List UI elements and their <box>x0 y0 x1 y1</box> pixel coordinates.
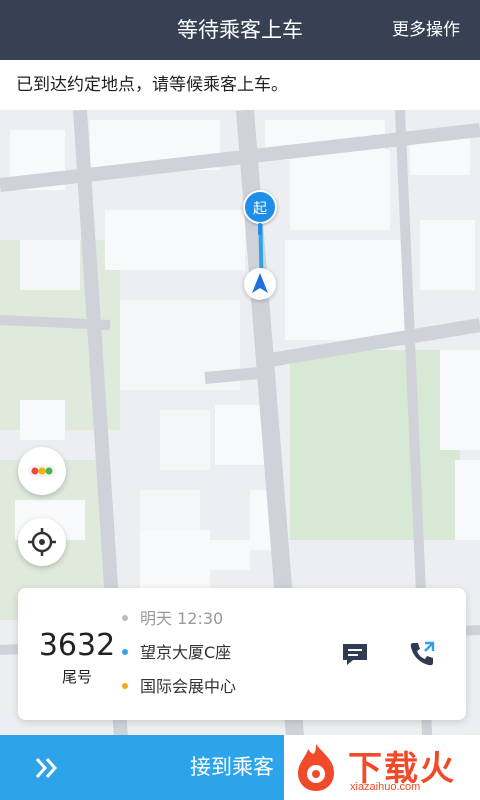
watermark: 下载火 xiazaihuo.com <box>284 735 480 800</box>
pickup-location: 望京大厦C座 <box>140 643 232 662</box>
watermark-domain: xiazaihuo.com <box>350 781 421 793</box>
pickup-dot <box>122 649 128 655</box>
flame-logo-icon <box>298 744 334 791</box>
message-icon <box>343 644 367 665</box>
locate-button[interactable] <box>18 518 66 566</box>
pickup-confirm-label: 接到乘客 <box>190 755 274 779</box>
call-button[interactable] <box>406 638 438 670</box>
destination-dot <box>122 683 128 689</box>
pickup-marker: 起 <box>243 190 277 224</box>
pickup-time-row: 明天 12:30 <box>122 607 223 631</box>
trip-info-card: 3632 尾号 明天 12:30 望京大厦C座 国际会展中心 <box>18 588 466 720</box>
destination-row: 国际会展中心 <box>122 675 236 699</box>
passenger-tail-number: 3632 <box>38 628 116 663</box>
message-button[interactable] <box>339 638 371 670</box>
navigation-arrow-icon <box>244 268 276 300</box>
more-actions-button[interactable]: 更多操作 <box>392 0 460 60</box>
tail-number-label: 尾号 <box>61 668 92 686</box>
pickup-location-row: 望京大厦C座 <box>122 641 231 665</box>
traffic-light-icon <box>28 465 56 477</box>
pickup-time: 明天 12:30 <box>140 609 224 628</box>
double-chevron-right-icon <box>35 758 58 778</box>
top-bar: 等待乘客上车 更多操作 <box>0 0 480 60</box>
destination-location: 国际会展中心 <box>140 677 237 696</box>
phone-icon <box>410 641 435 666</box>
time-dot <box>122 615 128 621</box>
pickup-marker-tail <box>258 223 262 235</box>
traffic-toggle-button[interactable] <box>18 447 66 495</box>
locate-icon <box>28 528 56 556</box>
arrival-notice: 已到达约定地点，请等候乘客上车。 <box>0 60 480 110</box>
